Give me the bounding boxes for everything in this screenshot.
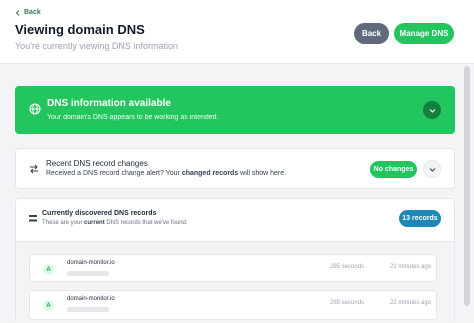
changes-title: Recent DNS record changes	[46, 159, 148, 168]
records-text-start: These are your	[42, 220, 85, 226]
list-icon	[29, 215, 37, 222]
records-text-end: DNS records that we've found.	[104, 220, 188, 226]
record-age: 22 minutes ago	[390, 264, 432, 270]
back-link[interactable]: Back	[15, 9, 41, 16]
back-link-label: Back	[24, 9, 41, 16]
record-host: domain-monitor.io	[67, 296, 115, 302]
back-button[interactable]: Back	[354, 23, 389, 44]
banner-expand-button[interactable]	[423, 101, 441, 119]
record-age: 22 minutes ago	[390, 300, 432, 306]
changes-expand-button[interactable]	[423, 160, 441, 178]
records-title: Currently discovered DNS records	[42, 210, 157, 217]
page-title: Viewing domain DNS	[15, 22, 145, 37]
record-row[interactable]: A domain-monitor.io 285 seconds 22 minut…	[29, 290, 437, 320]
record-value-redacted	[67, 307, 109, 312]
page-subtitle: You're currently viewing DNS information	[15, 41, 178, 51]
changes-text-start: Received a DNS record change alert? Your	[46, 170, 182, 177]
record-ttl: 285 seconds	[330, 300, 365, 306]
changes-text-bold: changed records	[181, 170, 239, 177]
record-type-badge: A	[43, 300, 54, 311]
banner-text: Your domain's DNS appears to be working …	[47, 114, 219, 121]
changes-text: Received a DNS record change alert? Your…	[46, 170, 286, 177]
page-header: Back Viewing domain DNS You're currently…	[0, 0, 474, 64]
record-type-badge: A	[43, 264, 54, 275]
chevron-down-icon	[429, 167, 435, 172]
records-count-badge[interactable]: 13 records	[399, 210, 441, 227]
dns-status-banner: DNS information available Your domain's …	[15, 86, 455, 134]
record-ttl: 285 seconds	[330, 264, 365, 270]
records-text: These are your current DNS records that …	[42, 220, 188, 226]
changes-text-end: will show here.	[238, 170, 287, 177]
recent-changes-card: Recent DNS record changes Received a DNS…	[15, 148, 455, 189]
record-host: domain-monitor.io	[67, 260, 115, 266]
scrollbar-thumb[interactable]	[464, 66, 470, 306]
globe-icon	[29, 103, 41, 115]
dns-records-card: Currently discovered DNS records These a…	[15, 198, 455, 323]
chevron-down-icon	[429, 108, 435, 113]
banner-title: DNS information available	[47, 98, 171, 109]
records-list: A domain-monitor.io 285 seconds 22 minut…	[16, 241, 454, 323]
record-value-redacted	[67, 271, 109, 276]
chevron-left-icon	[15, 9, 20, 16]
record-row[interactable]: A domain-monitor.io 285 seconds 22 minut…	[29, 254, 437, 282]
page-scrollbar[interactable]	[463, 66, 471, 323]
records-text-bold: current	[84, 220, 105, 226]
manage-dns-button[interactable]: Manage DNS	[394, 23, 454, 44]
swap-arrows-icon	[30, 164, 38, 174]
no-changes-badge: No changes	[370, 161, 417, 178]
